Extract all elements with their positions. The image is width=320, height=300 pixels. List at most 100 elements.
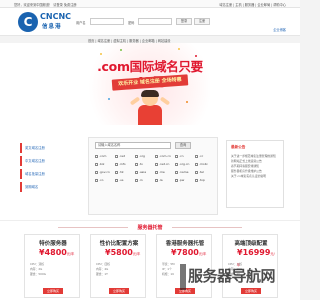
domain-search-input[interactable]: 请输入域名名称	[95, 142, 171, 149]
mascot-arm-right	[159, 96, 171, 106]
tld-option[interactable]: .info	[115, 162, 126, 167]
tld-option[interactable]: .net	[115, 154, 125, 159]
confetti-dot	[100, 53, 102, 55]
tld-label: .pw	[179, 178, 185, 182]
tld-option[interactable]: .me	[155, 170, 165, 175]
tld-checkbox[interactable]	[135, 162, 138, 166]
top-bar-links[interactable]: 域名注册 | 主机 | 服务器 | 企业邮局 | 帮助中心	[219, 2, 286, 7]
tld-checkbox[interactable]	[95, 178, 98, 182]
tld-option[interactable]: .tv	[135, 162, 143, 167]
top-bar-greeting: 您好，欢迎来到中国频道！ 请登录 免费注册	[14, 3, 77, 7]
tld-checkbox[interactable]	[155, 170, 158, 174]
tld-option[interactable]: .hk	[115, 170, 124, 175]
login-button[interactable]: 登录	[176, 18, 192, 25]
notice-item[interactable]: 春节期间客服安排通知	[231, 164, 259, 168]
tld-label: .top	[199, 178, 205, 182]
username-input[interactable]	[90, 18, 124, 25]
notice-box: 最新公告 关于进一步规范域名注册管理的通知 新网站正式上线运营公告 春节期间客服…	[226, 140, 284, 208]
tld-option[interactable]: .name	[175, 170, 188, 175]
tld-label: .asia	[139, 170, 147, 174]
tld-checkbox[interactable]	[115, 178, 118, 182]
blog-link[interactable]: 企业博客	[273, 27, 286, 32]
tld-option[interactable]: .cc	[195, 154, 203, 159]
price-value: 5800	[110, 248, 133, 257]
tld-option[interactable]: .in	[135, 178, 143, 183]
tld-option[interactable]: .us	[115, 178, 123, 183]
notice-item[interactable]: 新网站正式上线运营公告	[231, 159, 262, 163]
tld-checkbox[interactable]	[195, 170, 198, 174]
tld-checkbox[interactable]	[155, 162, 158, 166]
tld-checkbox[interactable]	[95, 154, 98, 158]
tld-checkbox[interactable]	[155, 154, 158, 158]
tld-label: .mobi	[199, 162, 208, 166]
tld-checkbox[interactable]	[155, 178, 158, 182]
tld-option[interactable]: .co	[95, 178, 103, 183]
tld-option[interactable]: .tel	[195, 170, 204, 175]
sidebar-item-chinese-domain[interactable]: 中文域名注册	[20, 156, 70, 166]
sidebar-item-english-domain[interactable]: 英文域名注册	[20, 143, 70, 153]
tld-checkbox[interactable]	[195, 178, 198, 182]
tld-checkbox[interactable]	[135, 170, 138, 174]
tld-checkbox[interactable]	[135, 154, 138, 158]
tld-checkbox[interactable]	[195, 154, 198, 158]
card-price: ¥7800元/年	[171, 248, 207, 257]
tld-checkbox[interactable]	[195, 162, 198, 166]
notice-item[interactable]: 服务器机房升级维护公告	[231, 169, 262, 173]
domain-search-button[interactable]: 查询	[175, 142, 191, 149]
confetti-dot	[186, 101, 188, 103]
tld-checkbox[interactable]	[135, 178, 138, 182]
tld-label: .com.cn	[159, 154, 171, 158]
logo-mark-icon: C	[18, 12, 38, 32]
tld-option[interactable]: .la	[155, 178, 163, 183]
tld-option[interactable]: .org	[135, 154, 145, 159]
service-card[interactable]: 性价比配置方案 ¥5800元/年 CPU：四核 内存：4G 硬盘：1T 立即购买	[90, 234, 146, 298]
confetti-dot	[195, 55, 197, 57]
tld-checkbox[interactable]	[175, 154, 178, 158]
sidebar-item-bulk-domain[interactable]: 域名批量注册	[20, 169, 70, 179]
tld-option[interactable]: .asia	[135, 170, 146, 175]
tld-label: .me	[159, 170, 165, 174]
mascot-body	[138, 105, 162, 125]
logo[interactable]: C CNCNC 信息港	[18, 12, 71, 32]
tld-checkbox[interactable]	[175, 178, 178, 182]
password-label: 密码	[128, 20, 135, 25]
tld-option[interactable]: .gov.cn	[95, 170, 110, 175]
notice-item[interactable]: 关于进一步规范域名注册管理的通知	[231, 154, 276, 158]
tld-checkbox[interactable]	[175, 170, 178, 174]
confetti-dot	[120, 49, 122, 51]
tld-checkbox[interactable]	[95, 170, 98, 174]
tld-label: .net.cn	[159, 162, 170, 166]
tld-checkbox[interactable]	[175, 162, 178, 166]
divider	[58, 227, 128, 228]
register-button[interactable]: 注册	[194, 18, 210, 25]
top-bar: 您好，欢迎来到中国频道！ 请登录 免费注册 域名注册 | 主机 | 服务器 | …	[0, 0, 300, 8]
tld-checkbox[interactable]	[95, 162, 98, 166]
tld-option[interactable]: .net.cn	[155, 162, 169, 167]
tld-option[interactable]: .mobi	[195, 162, 207, 167]
tld-checkbox[interactable]	[115, 170, 118, 174]
tld-option[interactable]: .cn	[175, 154, 184, 159]
price-unit: 元/年	[198, 252, 207, 256]
tld-checkbox[interactable]	[115, 154, 118, 158]
tld-option[interactable]: .org.cn	[175, 162, 189, 167]
password-input[interactable]	[138, 18, 172, 25]
sidebar-item-expired-domain[interactable]: 到期域名	[20, 182, 70, 192]
buy-button[interactable]: 立即购买	[43, 288, 63, 294]
card-spec: 带宽：5M	[162, 262, 175, 266]
tld-label: .tel	[199, 170, 204, 174]
buy-button[interactable]: 立即购买	[109, 288, 129, 294]
watermark: 服务器导航网	[180, 262, 296, 292]
tld-label: .biz	[99, 162, 105, 166]
notice-item[interactable]: 关于.cn域名实名认证的说明	[231, 174, 266, 178]
service-card[interactable]: 特价服务器 ¥4800元/年 CPU：双核 内存：2G 硬盘：500G 立即购买	[24, 234, 80, 298]
price-value: 7800	[176, 248, 199, 257]
tld-option[interactable]: .biz	[95, 162, 104, 167]
tld-option[interactable]: .com.cn	[155, 154, 171, 159]
tld-option[interactable]: .pw	[175, 178, 184, 183]
card-spec: IP：1个	[162, 267, 172, 271]
hero-banner[interactable]: .com国际域名只要43元 欢乐开业 域名注册 全场特惠	[0, 43, 300, 125]
tld-option[interactable]: .top	[195, 178, 205, 183]
username-label: 用户名	[76, 20, 86, 25]
tld-option[interactable]: .com	[95, 154, 106, 159]
tld-checkbox[interactable]	[115, 162, 118, 166]
